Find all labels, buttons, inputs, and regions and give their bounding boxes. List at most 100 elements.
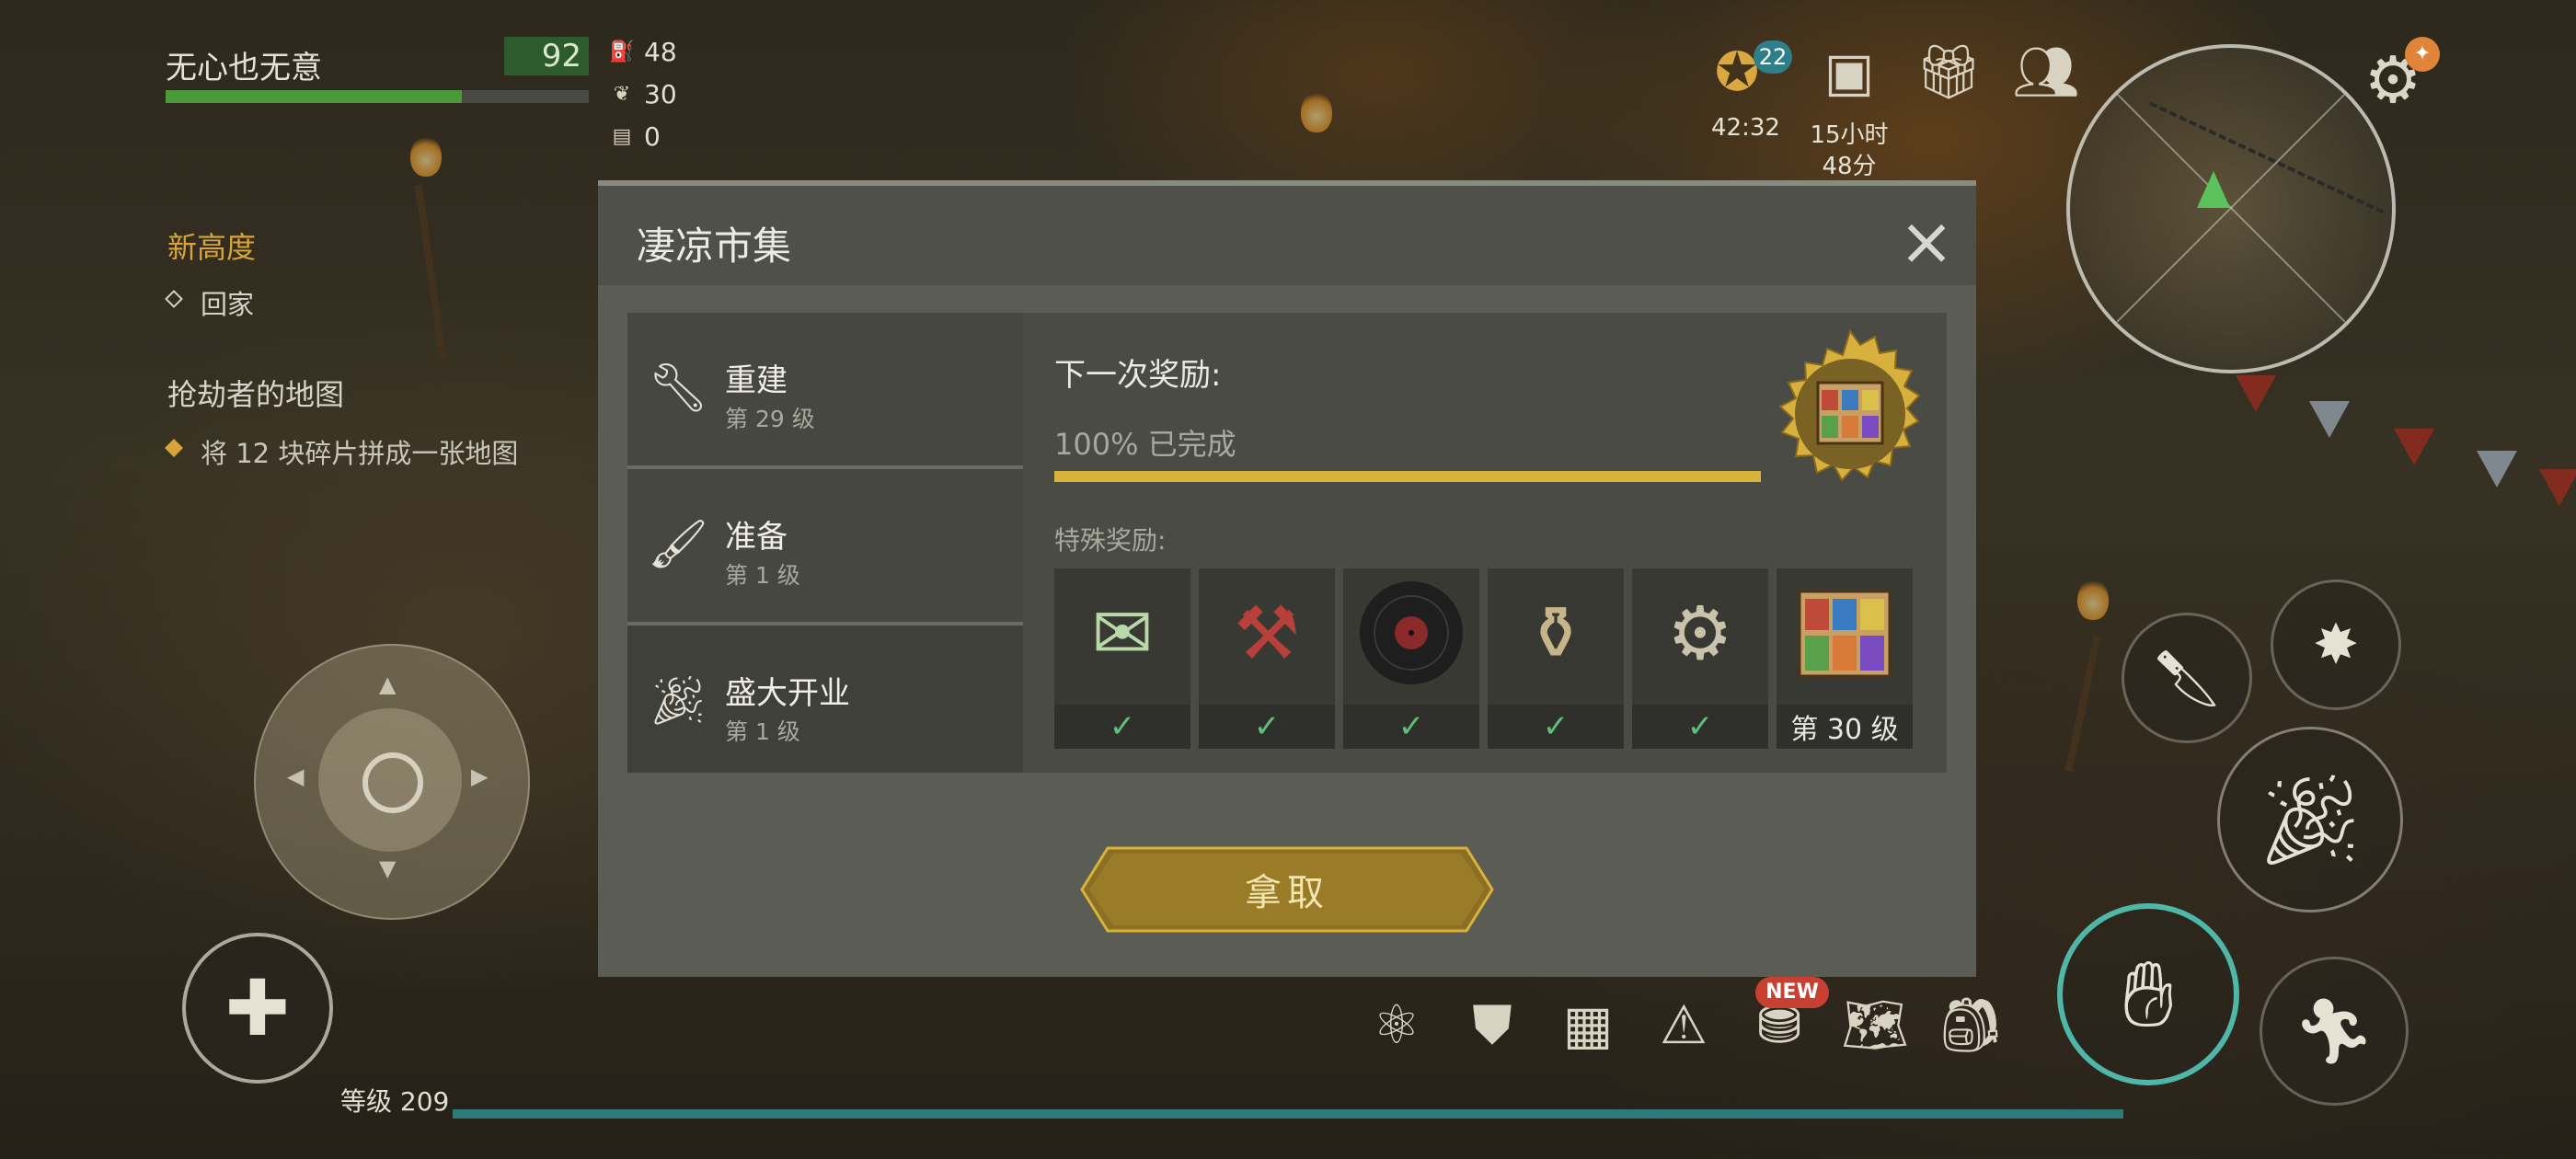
engine-part-icon: ⚙ <box>1667 590 1733 676</box>
quest-task[interactable]: 回家 <box>201 283 254 322</box>
special-reward-slot[interactable]: ⚱ ✓ <box>1488 568 1624 749</box>
stall-shelf <box>1822 416 1838 438</box>
player-location-marker-icon <box>2197 171 2230 208</box>
health-bar-fill <box>166 90 462 103</box>
claimed-check-icon: ✓ <box>1632 705 1768 749</box>
sneak-button[interactable]: 🏃︎ <box>2260 957 2409 1106</box>
arrow-down-icon: ▼ <box>379 855 397 881</box>
tab-level: 第 1 级 <box>725 718 800 745</box>
brush-icon: 🖌︎ <box>648 517 709 572</box>
quest-title[interactable]: 抢劫者的地图 <box>167 372 344 414</box>
crafting-board-icon[interactable]: ▦ <box>1549 986 1627 1063</box>
settings-gift-badge-icon: ✦ <box>2405 37 2440 72</box>
clan-badge-icon[interactable]: ⛊ <box>1454 986 1531 1063</box>
tab-rebuild[interactable]: 🔧︎ 重建 第 29 级 <box>627 313 1023 465</box>
mace-icon: ✸ <box>2312 613 2360 677</box>
stall-shelf <box>1842 416 1858 438</box>
special-reward-slot[interactable]: ⚙ ✓ <box>1632 568 1768 749</box>
season-pass-timer: 15小时 48分 <box>1803 120 1895 182</box>
player-name: 无心也无意 <box>166 50 322 86</box>
backpack-icon[interactable]: 🎒︎ <box>1932 986 2009 1063</box>
progress-bar <box>1054 471 1761 482</box>
dna-skills-icon[interactable]: ⚛ <box>1358 986 1435 1063</box>
confetti-icon: 🎉︎ <box>2254 767 2366 871</box>
minimap[interactable] <box>2066 44 2396 373</box>
minimap-path <box>2087 101 2385 348</box>
claimed-check-icon: ✓ <box>1054 705 1190 749</box>
resource-documents: ▤ 0 <box>609 121 661 152</box>
fuel-icon: ⛽ <box>609 40 635 63</box>
seed-icon: ❦ <box>613 83 631 106</box>
close-button[interactable]: × <box>1897 208 1956 274</box>
unlock-level-label: 第 30 级 <box>1777 705 1913 749</box>
tab-grand-opening[interactable]: 🎉︎ 盛大开业 第 1 级 <box>627 625 1023 773</box>
friends-icon[interactable]: 👥︎ <box>2011 37 2081 107</box>
alert-event-icon[interactable]: ⚠ <box>1645 986 1722 1063</box>
hand-icon: ✋︎ <box>2122 940 2175 1048</box>
tab-level: 第 1 级 <box>725 562 800 589</box>
stall-shelf <box>1822 390 1838 410</box>
claimed-check-icon: ✓ <box>1488 705 1624 749</box>
plus-icon: ✚ <box>224 963 291 1053</box>
season-pass-timer-minutes: 48分 <box>1822 153 1877 180</box>
arrow-up-icon: ▲ <box>379 671 397 697</box>
joystick-center-icon <box>362 752 423 813</box>
quest-task[interactable]: 将 12 块碎片拼成一张地图 <box>201 432 518 471</box>
experience-bar <box>453 1109 2123 1119</box>
cleaver-icon: 🔪︎ <box>2151 646 2223 711</box>
mace-weapon-button[interactable]: ✸ <box>2271 580 2401 710</box>
progress-text: 100% 已完成 <box>1054 427 1236 462</box>
resource-fuel: ⛽ 48 <box>609 37 677 67</box>
quest-title[interactable]: 新高度 <box>167 224 256 267</box>
resource-value: 48 <box>644 37 677 67</box>
season-pass-icon[interactable]: ▣ <box>1814 37 1884 107</box>
resource-value: 0 <box>644 121 661 152</box>
special-rewards-label: 特殊奖励: <box>1054 525 1167 556</box>
special-reward-slot[interactable]: 第 30 级 <box>1777 568 1913 749</box>
claim-button[interactable]: 拿取 <box>1080 846 1494 933</box>
thermos-icon: ⚱ <box>1524 590 1587 676</box>
stall-shelf <box>1842 390 1858 410</box>
market-stall-icon <box>1789 578 1900 688</box>
build-button[interactable]: ✚ <box>182 933 333 1084</box>
map-icon[interactable]: 🗺︎ <box>1836 986 1914 1063</box>
tab-level: 第 29 级 <box>725 406 815 432</box>
resource-value: 30 <box>644 79 677 109</box>
new-badge: NEW <box>1755 977 1829 1008</box>
claim-label: 拿取 <box>1245 872 1329 914</box>
chainsaw-icon: ⚒ <box>1234 590 1300 676</box>
discount-timer: 42:32 <box>1711 114 1780 142</box>
player-level: 等级 209 <box>340 1086 450 1117</box>
cleaver-weapon-button[interactable]: 🔪︎ <box>2122 613 2252 743</box>
progress-bar-fill <box>1054 471 1761 482</box>
interact-hand-button[interactable]: ✋︎ <box>2057 903 2239 1085</box>
confetti-item-button[interactable]: 🎉︎ <box>2217 727 2403 912</box>
party-popper-icon: 🎉︎ <box>648 673 709 729</box>
arrow-left-icon: ◀ <box>287 763 305 789</box>
dialog-header: 凄凉市集 × <box>598 186 1976 285</box>
arrow-right-icon: ▶ <box>471 763 489 789</box>
stall-shelf <box>1862 390 1879 410</box>
gift-icon[interactable]: 🎁︎ <box>1914 37 1984 107</box>
vinyl-record-graphic <box>1360 581 1463 684</box>
next-reward-medal[interactable] <box>1765 329 1936 500</box>
health-value: 92 <box>504 37 589 75</box>
event-stage-tabs: 🔧︎ 重建 第 29 级 🖌︎ 准备 第 1 级 🎉︎ 盛大开业 第 1 级 <box>627 313 1023 773</box>
special-reward-slot[interactable]: ⚒ ✓ <box>1199 568 1335 749</box>
reward-panel: 下一次奖励: 100% 已完成 特殊奖励: ✉ ✓ ⚒ ✓ ✓ ⚱ ✓ ⚙ ✓ … <box>1023 313 1947 773</box>
close-icon: × <box>1898 202 1955 280</box>
claimed-check-icon: ✓ <box>1343 705 1479 749</box>
resource-seeds: ❦ 30 <box>609 79 677 109</box>
bleak-market-dialog: 凄凉市集 × 🔧︎ 重建 第 29 级 🖌︎ 准备 第 1 级 🎉︎ 盛大开业 … <box>598 180 1976 977</box>
seed-packet-icon: ✉ <box>1091 590 1154 676</box>
tab-name: 准备 <box>725 519 788 556</box>
document-icon: ▤ <box>612 125 632 148</box>
special-reward-slot[interactable]: ✓ <box>1343 568 1479 749</box>
special-reward-slot[interactable]: ✉ ✓ <box>1054 568 1190 749</box>
dialog-title: 凄凉市集 <box>637 224 792 269</box>
season-pass-timer-hours: 15小时 <box>1810 121 1889 149</box>
health-bar <box>166 90 589 103</box>
sneak-icon: 🏃︎ <box>2293 993 2375 1069</box>
tab-prepare[interactable]: 🖌︎ 准备 第 1 级 <box>627 469 1023 622</box>
claimed-check-icon: ✓ <box>1199 705 1335 749</box>
